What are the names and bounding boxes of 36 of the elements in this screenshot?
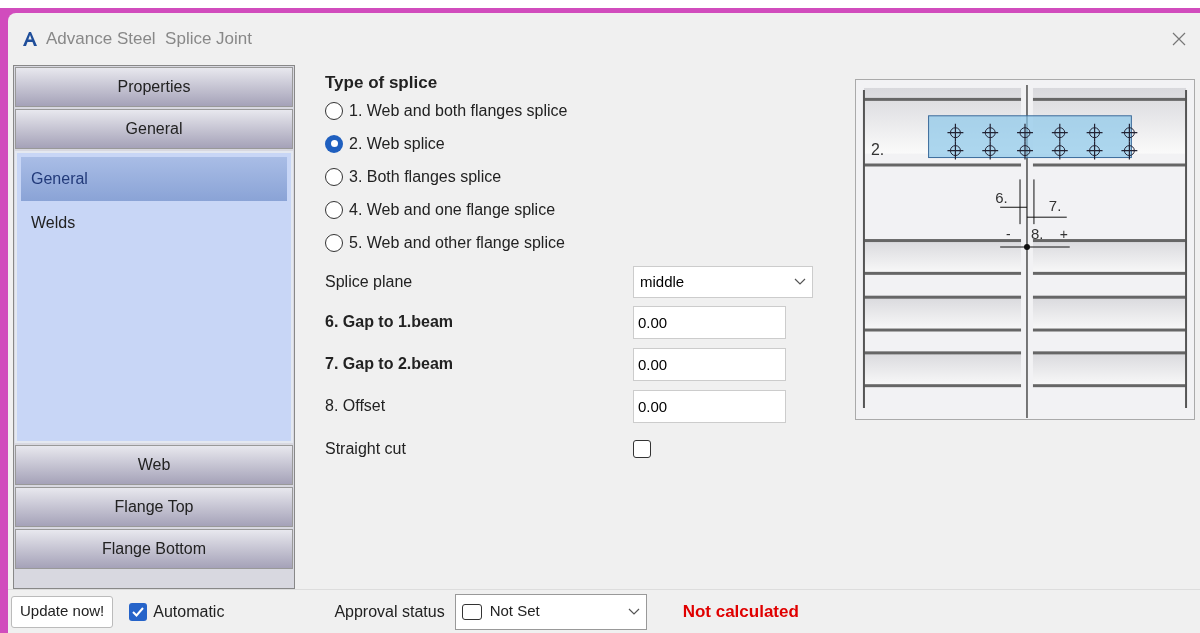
input-field[interactable]: 0.00 bbox=[633, 389, 786, 423]
section-header[interactable]: Web bbox=[15, 445, 293, 485]
radio-option[interactable]: 2. Web splice bbox=[325, 127, 825, 160]
field-label: 6. Gap to 1.beam bbox=[325, 312, 455, 332]
section-header[interactable]: Flange Bottom bbox=[15, 529, 293, 569]
radio-option[interactable]: 5. Web and other flange splice bbox=[325, 226, 825, 259]
section-header[interactable]: General bbox=[15, 109, 293, 149]
field-label: 8. Offset bbox=[325, 396, 387, 416]
update-button[interactable]: Update now! bbox=[11, 595, 114, 628]
window-title: Advance Steel Splice Joint bbox=[46, 28, 253, 51]
radio-option[interactable]: 3. Both flanges splice bbox=[325, 160, 825, 193]
field-label: 7. Gap to 2.beam bbox=[325, 354, 455, 374]
input-field[interactable]: 0.00 bbox=[633, 347, 786, 381]
field-label: Splice plane bbox=[325, 272, 414, 292]
approval-label: Approval status bbox=[334, 601, 445, 622]
splice-joint-drawing: 2. 6. 7. - 8. + bbox=[855, 79, 1195, 420]
dropdown[interactable]: middle bbox=[633, 266, 813, 298]
panel-item[interactable]: Welds bbox=[21, 201, 287, 245]
section-header[interactable]: Flange Top bbox=[15, 487, 293, 527]
chevron-down-icon bbox=[794, 278, 806, 286]
radio-option[interactable]: 1. Web and both flanges splice bbox=[325, 94, 825, 127]
chevron-down-icon bbox=[627, 607, 640, 616]
close-icon[interactable] bbox=[1172, 32, 1186, 46]
section-heading: Type of splice bbox=[325, 72, 439, 94]
checkbox[interactable] bbox=[633, 440, 651, 458]
section-header[interactable]: Properties bbox=[15, 67, 293, 107]
color-swatch-icon bbox=[461, 603, 482, 620]
input-field[interactable]: 0.00 bbox=[633, 305, 786, 339]
approval-dropdown[interactable]: Not Set bbox=[454, 593, 647, 630]
status-text: Not calculated bbox=[682, 600, 799, 623]
radio-option[interactable]: 4. Web and one flange splice bbox=[325, 193, 825, 226]
checkbox[interactable] bbox=[129, 602, 148, 621]
panel-item[interactable]: General bbox=[21, 157, 287, 201]
checkbox-label: Automatic bbox=[153, 601, 225, 622]
field-label: Straight cut bbox=[325, 439, 407, 459]
app-logo-icon bbox=[22, 31, 38, 47]
